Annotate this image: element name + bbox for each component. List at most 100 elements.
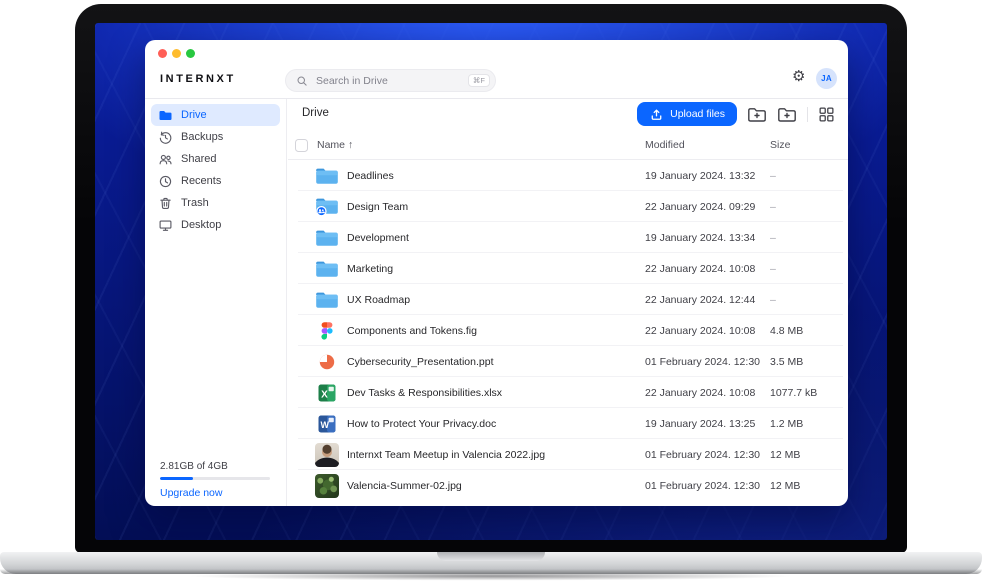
- column-modified[interactable]: Modified: [645, 139, 685, 151]
- file-name: UX Roadmap: [347, 294, 410, 306]
- file-name: How to Protect Your Privacy.doc: [347, 418, 496, 430]
- photo-foliage-icon: [315, 474, 339, 498]
- folder-icon: [158, 108, 173, 123]
- new-folder-button[interactable]: [777, 106, 797, 123]
- toolbar: Upload files: [637, 101, 835, 127]
- folder-icon: [315, 288, 339, 312]
- folder-icon: [315, 226, 339, 250]
- sort-arrow-icon: ↑: [348, 139, 353, 151]
- table-row[interactable]: Development 19 January 2024. 13:34 –: [288, 222, 848, 253]
- laptop-shadow: [60, 574, 922, 581]
- file-name: Deadlines: [347, 170, 394, 182]
- file-modified: 19 January 2024. 13:32: [645, 170, 755, 182]
- sidebar-item-shared[interactable]: Shared: [151, 148, 280, 170]
- file-size: 12 MB: [770, 480, 800, 492]
- file-size: 12 MB: [770, 449, 800, 461]
- file-name: Components and Tokens.fig: [347, 325, 477, 337]
- close-button[interactable]: [158, 49, 167, 58]
- table-row[interactable]: Components and Tokens.fig 22 January 202…: [288, 315, 848, 346]
- file-size: 3.5 MB: [770, 356, 803, 368]
- folder-icon: [315, 164, 339, 188]
- trash-icon: [158, 196, 173, 211]
- people-icon: [158, 152, 173, 167]
- table-row[interactable]: Valencia-Summer-02.jpg 01 February 2024.…: [288, 470, 848, 501]
- file-modified: 01 February 2024. 12:30: [645, 480, 760, 492]
- storage-widget: 2.81GB of 4GB Upgrade now: [160, 461, 270, 499]
- file-size: 1077.7 kB: [770, 387, 817, 399]
- storage-bar: [160, 477, 270, 480]
- table-row[interactable]: Cybersecurity_Presentation.ppt 01 Februa…: [288, 346, 848, 377]
- sidebar-item-drive[interactable]: Drive: [151, 104, 280, 126]
- photo-person-icon: [315, 443, 339, 467]
- page-background: INTERNXT ⌘F ⚙︎ JA: [0, 0, 982, 582]
- monitor-icon: [158, 218, 173, 233]
- file-size: –: [770, 263, 776, 275]
- file-name: Marketing: [347, 263, 393, 275]
- search-input[interactable]: [314, 74, 463, 88]
- settings-gear-icon[interactable]: ⚙︎: [792, 69, 805, 84]
- avatar[interactable]: JA: [816, 68, 837, 89]
- excel-icon: X: [315, 381, 339, 405]
- figma-icon: [315, 319, 339, 343]
- file-modified: 01 February 2024. 12:30: [645, 449, 760, 461]
- upload-button-label: Upload files: [670, 108, 725, 120]
- table-row[interactable]: UX Roadmap 22 January 2024. 12:44 –: [288, 284, 848, 315]
- file-name: Internxt Team Meetup in Valencia 2022.jp…: [347, 449, 545, 461]
- window-header: INTERNXT ⌘F ⚙︎ JA: [145, 40, 848, 99]
- column-name[interactable]: Name↑: [317, 139, 353, 151]
- file-size: 4.8 MB: [770, 325, 803, 337]
- file-modified: 22 January 2024. 12:44: [645, 294, 755, 306]
- main-content: Drive Upload files: [288, 99, 848, 506]
- column-size[interactable]: Size: [770, 139, 790, 151]
- breadcrumb[interactable]: Drive: [302, 107, 329, 119]
- sidebar-item-trash[interactable]: Trash: [151, 192, 280, 214]
- file-name: Cybersecurity_Presentation.ppt: [347, 356, 494, 368]
- file-name: Development: [347, 232, 409, 244]
- table-row[interactable]: X Dev Tasks & Responsibilities.xlsx 22 J…: [288, 377, 848, 408]
- sidebar-item-label: Recents: [181, 175, 221, 187]
- file-size: 1.2 MB: [770, 418, 803, 430]
- svg-text:X: X: [321, 389, 328, 400]
- upgrade-link[interactable]: Upgrade now: [160, 487, 270, 499]
- clock-icon: [158, 174, 173, 189]
- table-row[interactable]: Deadlines 19 January 2024. 13:32 –: [288, 160, 848, 191]
- sidebar: Drive Backups Shared: [145, 99, 287, 506]
- grid-view-button[interactable]: [818, 106, 835, 123]
- zoom-button[interactable]: [186, 49, 195, 58]
- sidebar-item-label: Trash: [181, 197, 209, 209]
- app-window: INTERNXT ⌘F ⚙︎ JA: [145, 40, 848, 506]
- window-controls: [158, 49, 195, 58]
- folder-shared-icon: [315, 195, 339, 219]
- file-modified: 19 January 2024. 13:25: [645, 418, 755, 430]
- upload-files-button[interactable]: Upload files: [637, 102, 737, 126]
- storage-usage-label: 2.81GB of 4GB: [160, 461, 270, 472]
- file-modified: 19 January 2024. 13:34: [645, 232, 755, 244]
- minimize-button[interactable]: [172, 49, 181, 58]
- file-name: Valencia-Summer-02.jpg: [347, 480, 462, 492]
- file-name: Dev Tasks & Responsibilities.xlsx: [347, 387, 502, 399]
- select-all-checkbox[interactable]: [295, 139, 308, 152]
- sidebar-item-desktop[interactable]: Desktop: [151, 214, 280, 236]
- word-icon: W: [315, 412, 339, 436]
- table-row[interactable]: Design Team 22 January 2024. 09:29 –: [288, 191, 848, 222]
- laptop-bezel: INTERNXT ⌘F ⚙︎ JA: [75, 4, 907, 553]
- file-modified: 22 January 2024. 09:29: [645, 201, 755, 213]
- desktop-wallpaper: INTERNXT ⌘F ⚙︎ JA: [95, 23, 887, 540]
- file-modified: 22 January 2024. 10:08: [645, 325, 755, 337]
- search-bar[interactable]: ⌘F: [285, 69, 496, 92]
- sidebar-item-backups[interactable]: Backups: [151, 126, 280, 148]
- table-row[interactable]: Internxt Team Meetup in Valencia 2022.jp…: [288, 439, 848, 470]
- powerpoint-icon: [315, 350, 339, 374]
- file-size: –: [770, 170, 776, 182]
- backup-clock-icon: [158, 130, 173, 145]
- file-size: –: [770, 294, 776, 306]
- table-row[interactable]: W How to Protect Your Privacy.doc 19 Jan…: [288, 408, 848, 439]
- sidebar-item-label: Backups: [181, 131, 223, 143]
- upload-folder-button[interactable]: [747, 106, 767, 123]
- column-name-label: Name: [317, 139, 345, 151]
- sidebar-item-label: Desktop: [181, 219, 221, 231]
- file-modified: 22 January 2024. 10:08: [645, 263, 755, 275]
- folder-icon: [315, 257, 339, 281]
- table-row[interactable]: Marketing 22 January 2024. 10:08 –: [288, 253, 848, 284]
- sidebar-item-recents[interactable]: Recents: [151, 170, 280, 192]
